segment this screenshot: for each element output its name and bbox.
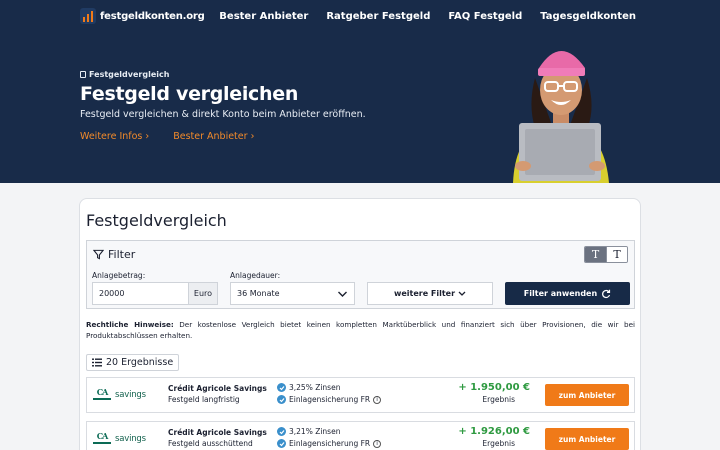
checkmark-icon bbox=[277, 427, 286, 436]
filter-label: Filter bbox=[108, 248, 136, 261]
interest-rate: 3,25% Zinsen bbox=[277, 383, 340, 392]
bank-logo: CA savings bbox=[93, 429, 155, 449]
compact-view-button[interactable]: T bbox=[585, 247, 606, 262]
result-amount: + 1.950,00 € bbox=[458, 382, 530, 393]
chevron-down-icon bbox=[338, 291, 347, 297]
product-name: Festgeld langfristig bbox=[168, 395, 240, 404]
to-provider-button[interactable]: zum Anbieter bbox=[545, 384, 629, 406]
logo-text: festgeldkonten.org bbox=[100, 10, 205, 22]
info-icon[interactable]: i bbox=[373, 395, 382, 404]
results-count-badge: 20 Ergebnisse bbox=[86, 354, 180, 371]
result-label: Ergebnis bbox=[482, 439, 515, 448]
product-name: Festgeld ausschüttend bbox=[168, 439, 253, 448]
nav-faq-festgeld[interactable]: FAQ Festgeld bbox=[448, 11, 522, 22]
credit-agricole-logo-icon: CA bbox=[93, 432, 111, 446]
nav-tagesgeldkonten[interactable]: Tagesgeldkonten bbox=[540, 11, 636, 22]
credit-agricole-logo-icon: CA bbox=[93, 388, 111, 402]
interest-rate-label: 3,21% Zinsen bbox=[289, 427, 341, 436]
weitere-infos-link[interactable]: Weitere Infos › bbox=[80, 131, 149, 142]
hero-links: Weitere Infos › Bester Anbieter › bbox=[80, 131, 366, 142]
results-count-label: 20 Ergebnisse bbox=[106, 357, 174, 368]
result-label: Ergebnis bbox=[482, 395, 515, 404]
funnel-icon bbox=[93, 249, 104, 260]
amount-unit: Euro bbox=[188, 283, 217, 304]
breadcrumb-icon bbox=[80, 71, 86, 78]
filter-header: Filter bbox=[93, 248, 135, 261]
hero-banner: festgeldkonten.org Bester Anbieter Ratge… bbox=[0, 0, 720, 183]
apply-filter-button[interactable]: Filter anwenden bbox=[505, 282, 630, 305]
site-logo[interactable]: festgeldkonten.org bbox=[80, 8, 205, 24]
hero-text: Festgeldvergleich Festgeld vergleichen F… bbox=[80, 70, 366, 142]
checkmark-icon bbox=[277, 439, 286, 448]
duration-select[interactable]: 36 Monate bbox=[230, 282, 355, 305]
bester-anbieter-link[interactable]: Bester Anbieter › bbox=[173, 131, 254, 142]
breadcrumb: Festgeldvergleich bbox=[80, 70, 366, 79]
checkmark-icon bbox=[277, 383, 286, 392]
page-title: Festgeld vergleichen bbox=[80, 83, 299, 105]
amount-label: Anlagebetrag: bbox=[92, 271, 146, 280]
deposit-protection: Einlagensicherung FR i bbox=[277, 395, 382, 404]
deposit-protection: Einlagensicherung FR i bbox=[277, 439, 382, 448]
info-icon[interactable]: i bbox=[373, 439, 382, 448]
detailed-view-button[interactable]: T bbox=[606, 247, 627, 262]
top-navigation: festgeldkonten.org Bester Anbieter Ratge… bbox=[80, 6, 636, 26]
page-subtitle: Festgeld vergleichen & direkt Konto beim… bbox=[80, 109, 366, 120]
chevron-down-icon bbox=[458, 291, 466, 296]
amount-value[interactable]: 20000 bbox=[93, 283, 188, 304]
nav-links: Bester Anbieter Ratgeber Festgeld FAQ Fe… bbox=[219, 11, 636, 22]
checkmark-icon bbox=[277, 395, 286, 404]
duration-value: 36 Monate bbox=[237, 289, 280, 298]
result-amount: + 1.926,00 € bbox=[458, 426, 530, 437]
bank-name: Crédit Agricole Savings bbox=[168, 428, 267, 437]
legal-title: Rechtliche Hinweise: bbox=[86, 320, 174, 329]
deposit-protection-label: Einlagensicherung FR bbox=[289, 439, 371, 448]
bank-logo: CA savings bbox=[93, 385, 155, 405]
hero-person-illustration bbox=[513, 51, 609, 183]
breadcrumb-label: Festgeldvergleich bbox=[89, 70, 170, 79]
deposit-protection-label: Einlagensicherung FR bbox=[289, 395, 371, 404]
apply-filter-label: Filter anwenden bbox=[523, 289, 598, 298]
more-filters-button[interactable]: weitere Filter bbox=[367, 282, 493, 305]
list-icon bbox=[92, 358, 102, 367]
nav-bester-anbieter[interactable]: Bester Anbieter bbox=[219, 11, 308, 22]
comparison-card: Festgeldvergleich Filter T T Anlagebetra… bbox=[79, 198, 641, 450]
duration-label: Anlagedauer: bbox=[230, 271, 281, 280]
view-toggle: T T bbox=[584, 246, 628, 263]
legal-notice: Rechtliche Hinweise: Der kostenlose Verg… bbox=[86, 319, 635, 341]
savings-logo-text: savings bbox=[115, 434, 146, 444]
filter-panel: Filter T T Anlagebetrag: Anlagedauer: 20… bbox=[86, 240, 635, 309]
offer-row: CA savings Crédit Agricole Savings Festg… bbox=[86, 421, 635, 450]
logo-chart-icon bbox=[80, 8, 96, 24]
nav-ratgeber-festgeld[interactable]: Ratgeber Festgeld bbox=[326, 11, 430, 22]
amount-input[interactable]: 20000 Euro bbox=[92, 282, 218, 305]
comparison-title: Festgeldvergleich bbox=[86, 211, 227, 230]
to-provider-button[interactable]: zum Anbieter bbox=[545, 428, 629, 450]
interest-rate-label: 3,25% Zinsen bbox=[289, 383, 341, 392]
refresh-icon bbox=[602, 289, 611, 298]
comparison-section: Festgeldvergleich Filter T T Anlagebetra… bbox=[0, 183, 720, 450]
savings-logo-text: savings bbox=[115, 390, 146, 400]
interest-rate: 3,21% Zinsen bbox=[277, 427, 340, 436]
more-filters-label: weitere Filter bbox=[393, 289, 456, 298]
bank-name: Crédit Agricole Savings bbox=[168, 384, 267, 393]
offer-row: CA savings Crédit Agricole Savings Festg… bbox=[86, 377, 635, 413]
